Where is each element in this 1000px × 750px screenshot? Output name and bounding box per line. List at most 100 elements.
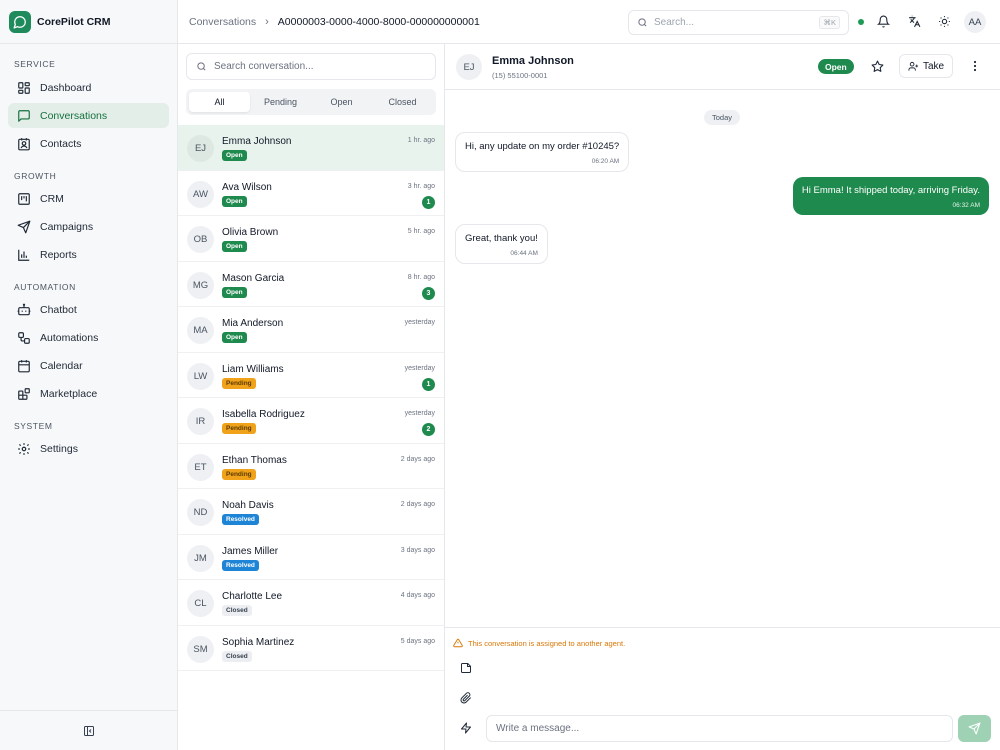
search-icon <box>638 18 647 27</box>
date-divider: Today <box>704 110 741 125</box>
contact-avatar[interactable]: EJ <box>456 54 482 80</box>
search-shortcut: ⌘K <box>819 16 840 29</box>
user-avatar[interactable]: AA <box>964 11 986 33</box>
contact-avatar: LW <box>187 362 214 390</box>
sidebar-item-label: Marketplace <box>40 387 98 400</box>
sidebar-item-chatbot[interactable]: Chatbot <box>8 297 169 322</box>
message-bubble-incoming[interactable]: Great, thank you! 06:44 AM <box>455 224 548 264</box>
message-text: Great, thank you! <box>465 233 538 244</box>
section-label-automation: AUTOMATION <box>14 282 76 292</box>
sidebar-item-marketplace[interactable]: Marketplace <box>8 381 169 406</box>
contact-avatar: ND <box>187 499 214 526</box>
conversation-status-badge[interactable]: Open <box>818 59 854 74</box>
take-label: Take <box>922 60 945 72</box>
conversation-list: EJ Emma Johnson 1 hr. ago Open AW Ava Wilson 3… <box>178 125 444 671</box>
workflow-icon <box>18 331 30 344</box>
conversation-list-item[interactable]: AW Ava Wilson 3 hr. ago Open 1 <box>178 171 444 216</box>
message-time: 06:20 AM <box>591 158 620 165</box>
contact-name: Ethan Thomas <box>222 454 287 466</box>
contact-name: James Miller <box>222 545 279 557</box>
sun-icon <box>938 15 950 27</box>
last-activity-time: 5 days ago <box>400 637 435 645</box>
more-options-button[interactable] <box>969 58 981 74</box>
message-time: 06:32 AM <box>952 202 980 209</box>
send-button[interactable] <box>958 715 991 742</box>
conversation-list-item[interactable]: IR Isabella Rodriguez yesterday Pending 2 <box>178 398 444 444</box>
notifications-button[interactable] <box>875 13 891 29</box>
language-button[interactable] <box>906 13 922 29</box>
tab-pending[interactable]: Pending <box>250 92 311 112</box>
message-bubble-outgoing[interactable]: Hi Emma! It shipped today, arriving Frid… <box>792 177 989 215</box>
sidebar-item-crm[interactable]: CRM <box>8 186 169 211</box>
contact-avatar: SM <box>187 635 214 663</box>
conversation-list-item[interactable]: SM Sophia Martinez 5 days ago Closed <box>178 626 444 671</box>
status-badge: Closed <box>222 605 252 616</box>
calendar-icon <box>18 359 30 372</box>
sidebar-item-campaigns[interactable]: Campaigns <box>8 214 169 239</box>
chat-header: EJ Emma Johnson (15) 55100-0001 Open Tak… <box>445 44 1000 90</box>
conversation-list-item[interactable]: LW Liam Williams yesterday Pending 1 <box>178 353 444 398</box>
tab-all[interactable]: All <box>189 92 250 112</box>
sidebar-item-contacts[interactable]: Contacts <box>8 131 169 156</box>
conversation-list-item[interactable]: MG Mason Garcia 8 hr. ago Open 3 <box>178 262 444 307</box>
contact-phone: (15) 55100-0001 <box>492 71 548 80</box>
gear-icon <box>18 442 30 455</box>
conversation-list-pane: Search conversation... All Pending Open … <box>178 44 445 750</box>
breadcrumb-conversations[interactable]: Conversations <box>189 16 256 28</box>
attach-button[interactable] <box>459 691 473 705</box>
sidebar-item-calendar[interactable]: Calendar <box>8 353 169 378</box>
conversation-search-input[interactable]: Search conversation... <box>186 53 436 80</box>
conversation-list-item[interactable]: CL Charlotte Lee 4 days ago Closed <box>178 580 444 626</box>
section-label-growth: GROWTH <box>14 171 57 181</box>
message-input[interactable]: Write a message... <box>486 715 953 742</box>
last-activity-time: 5 hr. ago <box>407 228 435 235</box>
sidebar-item-automations[interactable]: Automations <box>8 325 169 350</box>
unread-count-badge: 1 <box>422 377 435 391</box>
conversation-list-item[interactable]: MA Mia Anderson yesterday Open <box>178 307 444 353</box>
section-label-service: SERVICE <box>14 59 56 69</box>
warning-icon <box>453 638 463 648</box>
take-conversation-button[interactable]: Take <box>899 54 953 78</box>
translate-icon <box>908 15 920 27</box>
conversation-list-item[interactable]: ET Ethan Thomas 2 days ago Pending <box>178 444 444 489</box>
contact-name: Ava Wilson <box>222 181 272 193</box>
app-root: CorePilot CRM SERVICE Dashboard Conversa… <box>0 0 1000 750</box>
brand[interactable]: CorePilot CRM <box>0 0 177 44</box>
quick-reply-button[interactable] <box>459 721 473 735</box>
sidebar-item-dashboard[interactable]: Dashboard <box>8 75 169 100</box>
conversation-search-placeholder: Search conversation... <box>214 61 314 72</box>
status-badge: Pending <box>222 423 256 434</box>
theme-toggle-button[interactable] <box>936 13 952 29</box>
sidebar-item-conversations[interactable]: Conversations <box>8 103 169 128</box>
note-button[interactable] <box>459 661 473 675</box>
conversation-list-item[interactable]: JM James Miller 3 days ago Resolved <box>178 535 444 580</box>
tab-closed[interactable]: Closed <box>372 92 433 112</box>
sidebar-item-label: Settings <box>40 442 78 455</box>
sidebar-item-label: Campaigns <box>40 220 94 233</box>
contact-name[interactable]: Emma Johnson <box>492 55 574 67</box>
warning-text: This conversation is assigned to another… <box>468 638 626 648</box>
sidebar-item-label: Dashboard <box>40 81 92 94</box>
online-status-indicator <box>858 19 864 25</box>
sidebar-item-reports[interactable]: Reports <box>8 242 169 267</box>
favorite-button[interactable] <box>869 58 885 74</box>
conversation-list-item[interactable]: EJ Emma Johnson 1 hr. ago Open <box>178 125 444 171</box>
global-search-input[interactable]: Search... ⌘K <box>628 10 849 35</box>
message-bubble-incoming[interactable]: Hi, any update on my order #10245? 06:20… <box>455 132 630 172</box>
tab-open[interactable]: Open <box>311 92 372 112</box>
message-composer: This conversation is assigned to another… <box>445 627 1000 750</box>
conversation-list-item[interactable]: OB Olivia Brown 5 hr. ago Open <box>178 216 444 262</box>
contact-avatar: AW <box>187 180 214 208</box>
kanban-icon <box>18 192 30 205</box>
last-activity-time: yesterday <box>404 410 435 417</box>
last-activity-time: 4 days ago <box>400 592 435 599</box>
message-thread: Today Hi, any update on my order #10245?… <box>445 90 1000 627</box>
contact-avatar: EJ <box>187 135 214 162</box>
chevron-right-icon: › <box>265 16 269 28</box>
sidebar-collapse-button[interactable] <box>0 710 177 750</box>
contact-card-icon <box>18 137 30 150</box>
sidebar-item-settings[interactable]: Settings <box>8 436 169 461</box>
status-badge: Closed <box>222 650 252 662</box>
last-activity-time: 2 days ago <box>400 501 435 508</box>
conversation-list-item[interactable]: ND Noah Davis 2 days ago Resolved <box>178 489 444 535</box>
